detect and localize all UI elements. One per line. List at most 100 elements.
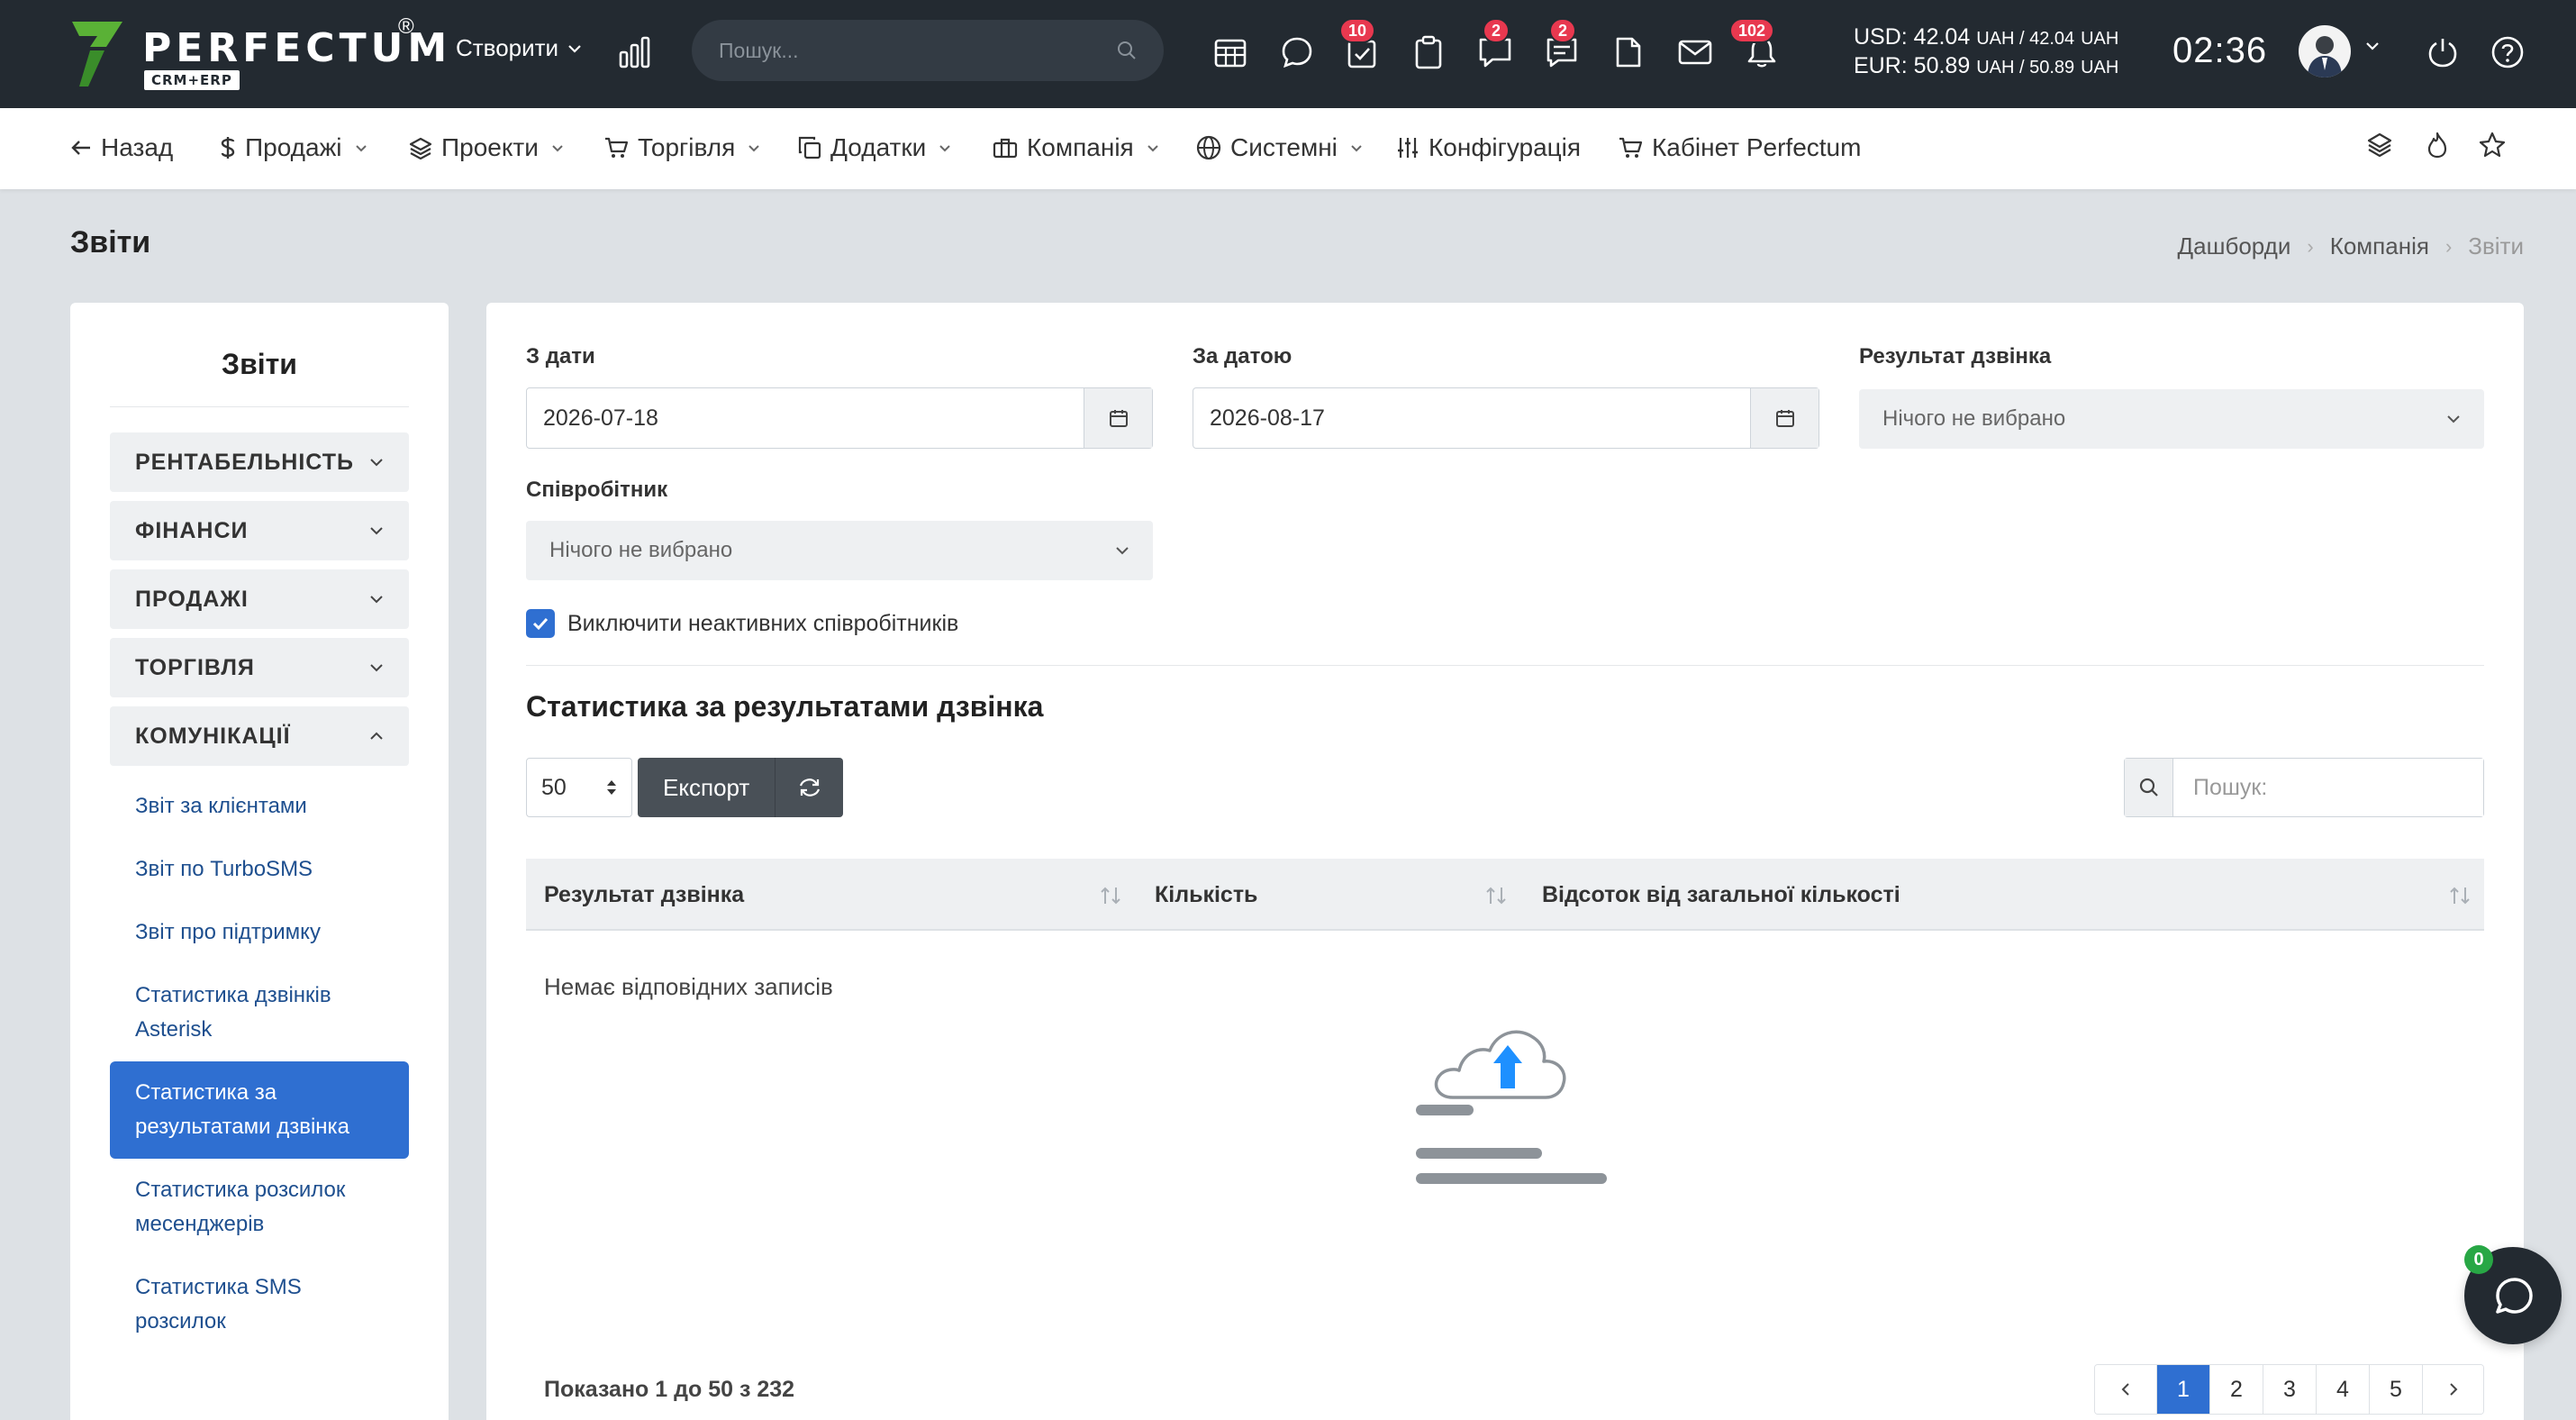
nav-back[interactable]: Назад — [70, 133, 173, 162]
table-info: Показано 1 до 50 з 232 — [544, 1377, 795, 1402]
export-button[interactable]: Експорт — [638, 758, 776, 817]
to-date-value[interactable]: 2026-08-17 — [1193, 388, 1750, 448]
layers-icon[interactable] — [2367, 132, 2392, 157]
sidebar-link-turbosms-report[interactable]: Звіт по TurboSMS — [110, 838, 409, 901]
chevron-down-icon — [355, 144, 367, 151]
power-icon[interactable] — [2423, 32, 2463, 72]
nav-config[interactable]: Конфігурація — [1396, 133, 1581, 162]
reports-sidebar: Звіти РЕНТАБЕЛЬНІСТЬ ФІНАНСИ ПРОДАЖІ ТОР… — [70, 303, 449, 1420]
sort-icon[interactable] — [1484, 886, 1508, 906]
sort-arrows-icon — [607, 780, 616, 795]
eur-rate: EUR: 50.89 — [1854, 53, 1971, 78]
breadcrumb-company[interactable]: Компанія — [2330, 232, 2429, 260]
pagination-page[interactable]: 1 — [2156, 1365, 2209, 1414]
sidebar-link-clients-report[interactable]: Звіт за клієнтами — [110, 775, 409, 838]
calendar-button[interactable] — [1750, 388, 1819, 448]
sort-icon[interactable] — [1099, 886, 1122, 906]
chevron-down-icon — [370, 664, 383, 672]
nav-company-label: Компанія — [1027, 133, 1134, 161]
nav-cabinet[interactable]: Кабінет Perfectum — [1618, 133, 1861, 162]
briefcase-icon — [993, 138, 1018, 159]
empty-message: Немає відповідних записів — [544, 973, 833, 1000]
page-size-value: 50 — [541, 774, 567, 800]
employee-label: Співробітник — [526, 478, 668, 502]
nav-system[interactable]: Системні — [1196, 133, 1363, 162]
nav-sales[interactable]: Продажі — [220, 133, 367, 162]
star-icon[interactable] — [2479, 132, 2506, 159]
table-search-input[interactable] — [2173, 759, 2483, 816]
sidebar-group-sales[interactable]: ПРОДАЖІ — [110, 569, 409, 629]
from-date-field[interactable]: 2026-07-18 — [526, 387, 1153, 449]
exclude-inactive-checkbox[interactable] — [526, 609, 555, 638]
column-count[interactable]: Кількість — [1155, 859, 1257, 931]
sidebar-group-communications[interactable]: КОМУНІКАЦІЇ — [110, 706, 409, 766]
exclude-inactive-row[interactable]: Виключити неактивних співробітників — [526, 609, 958, 638]
to-date-field[interactable]: 2026-08-17 — [1193, 387, 1819, 449]
chevron-down-icon[interactable] — [2365, 41, 2380, 50]
chevron-down-icon — [939, 144, 950, 151]
pagination-page[interactable]: 5 — [2369, 1365, 2422, 1414]
chevron-right-icon — [2449, 1383, 2457, 1396]
brand-registered: ® — [398, 14, 414, 39]
calendar-button[interactable] — [1084, 388, 1152, 448]
document-icon[interactable] — [1609, 32, 1648, 72]
pagination-next[interactable] — [2422, 1365, 2483, 1414]
refresh-button[interactable] — [775, 758, 844, 817]
help-icon[interactable] — [2488, 32, 2527, 72]
global-search[interactable] — [692, 20, 1164, 81]
chevron-down-icon — [2447, 415, 2460, 423]
table-search[interactable] — [2124, 758, 2484, 817]
sidebar-link-call-result-stats[interactable]: Статистика за результатами дзвінка — [110, 1061, 409, 1159]
calendar-grid-icon[interactable] — [1211, 32, 1250, 72]
dollar-icon — [221, 137, 235, 159]
sort-icon[interactable] — [2448, 886, 2472, 906]
table-actions: Експорт — [638, 758, 844, 817]
nav-company[interactable]: Компанія — [993, 133, 1159, 162]
fire-icon[interactable] — [2426, 132, 2448, 159]
nav-back-label: Назад — [101, 133, 174, 161]
bar-chart-icon[interactable] — [618, 36, 652, 68]
call-result-value: Нічого не вибрано — [1882, 406, 2066, 431]
sidebar-title: Звіти — [110, 348, 409, 407]
column-percentage[interactable]: Відсоток від загальної кількості — [1542, 859, 1900, 931]
from-date-value[interactable]: 2026-07-18 — [527, 388, 1084, 448]
breadcrumb-separator: › — [2307, 234, 2314, 258]
mail-icon[interactable] — [1675, 32, 1715, 72]
nav-addons[interactable]: Додатки — [798, 133, 951, 162]
global-search-input[interactable] — [719, 38, 1117, 63]
sidebar-link-support-report[interactable]: Звіт про підтримку — [110, 901, 409, 964]
breadcrumb-separator: › — [2444, 234, 2453, 258]
employee-value: Нічого не вибрано — [549, 538, 733, 562]
sidebar-group-profitability[interactable]: РЕНТАБЕЛЬНІСТЬ — [110, 432, 409, 492]
sidebar-group-finance[interactable]: ФІНАНСИ — [110, 501, 409, 560]
column-call-result[interactable]: Результат дзвінка — [544, 859, 744, 931]
pagination-page[interactable]: 4 — [2316, 1365, 2369, 1414]
breadcrumb-reports: Звіти — [2468, 232, 2524, 259]
cart-icon — [605, 137, 629, 158]
chat-bubble-icon — [2496, 1278, 2533, 1314]
sidebar-link-asterisk-stats[interactable]: Статистика дзвінків Asterisk — [110, 964, 409, 1061]
pagination-page[interactable]: 2 — [2209, 1365, 2263, 1414]
create-button[interactable]: Створити — [456, 34, 582, 62]
clipboard-icon[interactable] — [1409, 32, 1448, 72]
breadcrumb-dashboards[interactable]: Дашборди — [2178, 232, 2291, 260]
nav-trade-label: Торгівля — [638, 133, 736, 161]
sidebar-link-sms-stats[interactable]: Статистика SMS розсилок — [110, 1256, 409, 1353]
search-icon — [2125, 759, 2173, 816]
pagination-prev[interactable] — [2095, 1365, 2156, 1414]
comment-icon[interactable] — [1277, 32, 1317, 72]
brand-logo[interactable]: PERFECTUM ® CRM+ERP — [70, 14, 447, 90]
nav-trade[interactable]: Торгівля — [603, 133, 760, 162]
nav-projects[interactable]: Проекти — [409, 133, 564, 162]
avatar[interactable] — [2299, 25, 2351, 77]
call-result-select[interactable]: Нічого не вибрано — [1859, 389, 2484, 449]
pagination-page[interactable]: 3 — [2263, 1365, 2316, 1414]
sidebar-link-messenger-stats[interactable]: Статистика розсилок месенджерів — [110, 1159, 409, 1256]
exclude-inactive-label: Виключити неактивних співробітників — [567, 610, 959, 636]
employee-select[interactable]: Нічого не вибрано — [526, 521, 1153, 580]
sidebar-group-trade[interactable]: ТОРГІВЛЯ — [110, 638, 409, 697]
nav-config-label: Конфігурація — [1429, 133, 1582, 161]
report-title: Статистика за результатами дзвінка — [526, 690, 1044, 723]
page-title: Звіти — [70, 225, 151, 259]
page-size-select[interactable]: 50 — [526, 758, 632, 817]
